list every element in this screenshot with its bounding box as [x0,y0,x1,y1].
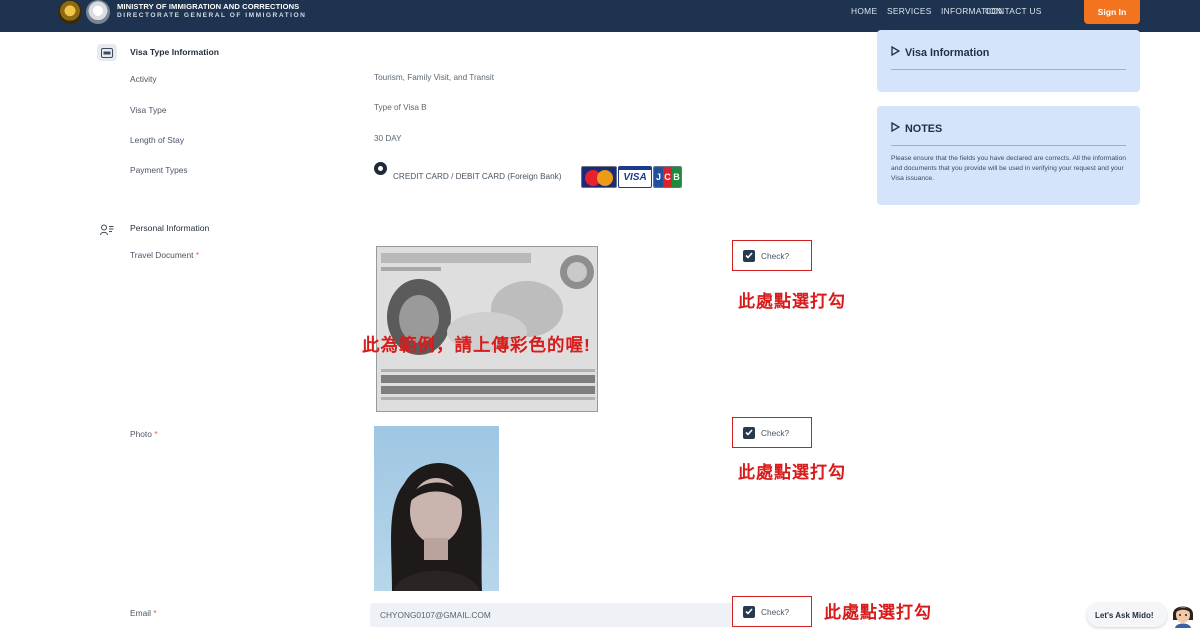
play-triangle-icon [891,121,901,135]
checkbox-checked-icon [743,249,755,262]
jcb-card-icon: J C B [653,166,682,188]
directorate-title: DIRECTORATE GENERAL OF IMMIGRATION [117,12,307,19]
mido-avatar-icon[interactable] [1170,600,1196,628]
ministry-title: MINISTRY OF IMMIGRATION AND CORRECTIONS [117,2,300,11]
payment-radio[interactable] [374,162,387,175]
activity-value: Tourism, Family Visit, and Transit [374,73,494,82]
divider [891,69,1126,70]
email-check[interactable]: Check? [732,596,812,627]
visa-section-title: Visa Type Information [130,47,219,57]
top-navigation-bar: MINISTRY OF IMMIGRATION AND CORRECTIONS … [0,0,1200,32]
required-mark: * [154,429,158,439]
notes-text: Please ensure that the fields you have d… [891,155,1126,182]
check-label: Check? [761,606,790,617]
jcb-letter-j: J [654,167,663,187]
payment-option-label: CREDIT CARD / DEBIT CARD (Foreign Bank) [393,172,562,181]
nav-services[interactable]: SERVICES [887,6,932,16]
email-field[interactable] [370,603,735,627]
checkbox-checked-icon [743,426,755,439]
example-annotation: 此為範例，請上傳彩色的喔! [362,335,591,355]
length-of-stay-label: Length of Stay [130,135,185,145]
email-label-text: Email [130,608,151,618]
photo-label-text: Photo [130,429,152,439]
ministry-logo-icon [58,0,82,24]
jcb-letter-c: C [663,167,672,187]
chat-button[interactable]: Let's Ask Mido! [1087,603,1167,627]
play-triangle-icon [891,45,901,59]
checkbox-checked-icon [743,605,755,618]
check-label: Check? [761,427,790,438]
nav-home[interactable]: HOME [851,6,877,16]
activity-label: Activity [130,74,157,84]
visa-logo-text: VISA [623,172,647,183]
travel-document-label: Travel Document * [130,250,199,260]
visa-type-label: Visa Type [130,105,167,115]
required-mark: * [153,608,157,618]
visa-type-value: Type of Visa B [374,103,427,112]
visa-information-title: Visa Information [891,45,990,59]
notes-title-text: NOTES [905,122,943,135]
personal-section-title: Personal Information [130,223,210,233]
notes-title: NOTES [891,121,943,135]
photo-check[interactable]: Check? [732,417,812,448]
notes-panel: NOTES Please ensure that the fields you … [877,106,1140,205]
email-label: Email * [130,608,157,618]
photo-label: Photo * [130,429,157,439]
visa-information-panel: Visa Information [877,30,1140,92]
check-here-annotation: 此處點選打勾 [824,603,932,622]
applicant-photo [374,426,499,591]
nav-contact-us[interactable]: CONTACT US [985,6,1042,16]
jcb-letter-b: B [672,167,681,187]
length-of-stay-value: 30 DAY [374,134,402,143]
travel-document-check[interactable]: Check? [732,240,812,271]
immigration-logo-icon [86,0,110,24]
person-list-icon [97,221,117,238]
required-mark: * [195,250,200,260]
visa-card-icon [97,44,117,61]
check-here-annotation: 此處點選打勾 [738,463,846,482]
visa-card-logo-icon: VISA [618,166,652,188]
sign-in-button[interactable]: Sign In [1084,0,1140,24]
travel-document-image [376,246,598,412]
visa-information-title-text: Visa Information [905,46,990,59]
divider [891,145,1126,146]
travel-document-label-text: Travel Document [130,250,194,260]
check-label: Check? [761,250,790,261]
check-here-annotation: 此處點選打勾 [738,292,846,311]
payment-types-label: Payment Types [130,165,188,175]
mastercard-icon [581,166,617,188]
